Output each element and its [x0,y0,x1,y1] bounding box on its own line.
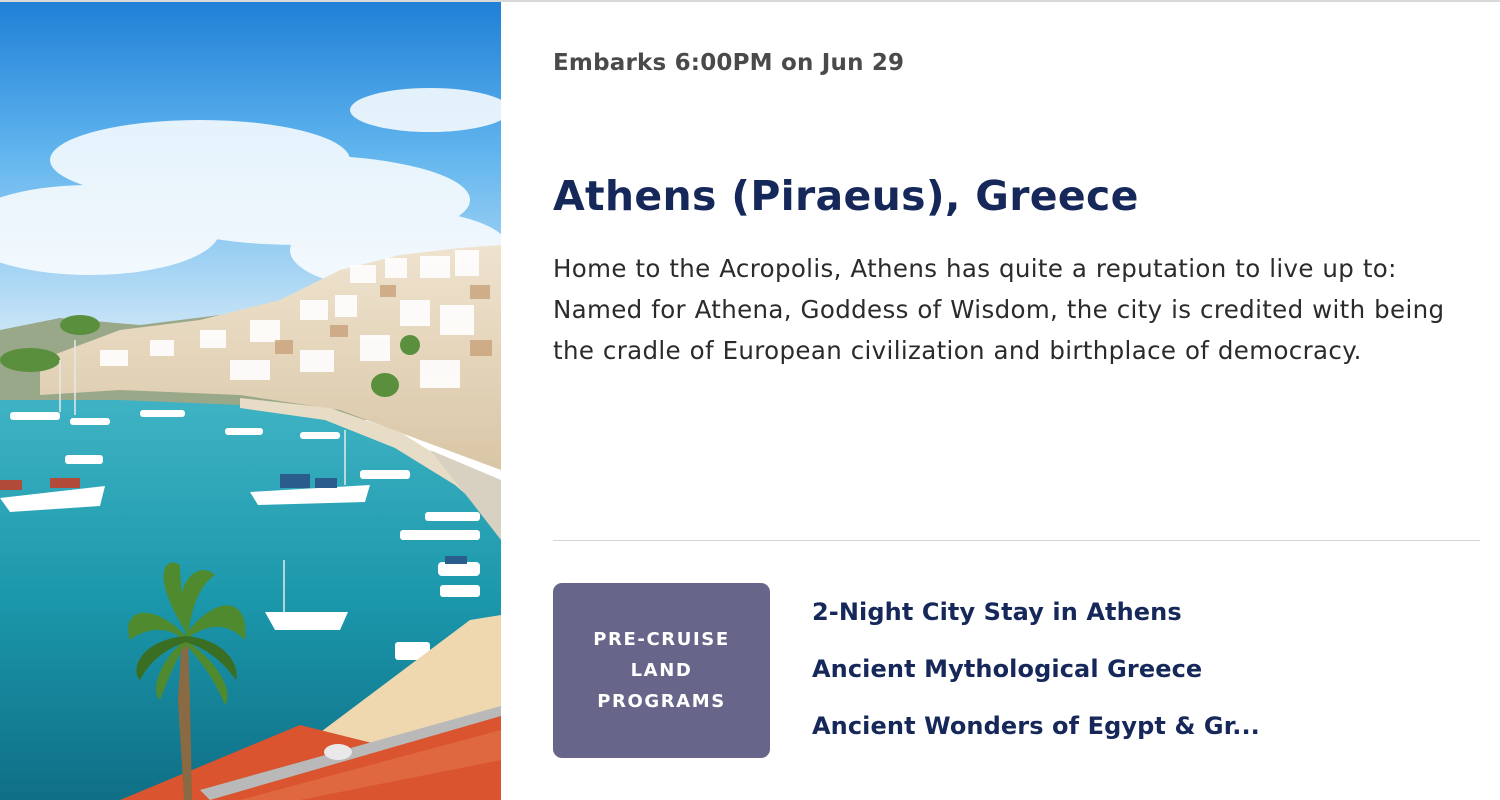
land-program-list: 2-Night City Stay in Athens Ancient Myth… [812,588,1260,759]
list-item: Ancient Wonders of Egypt & Gr... [812,702,1260,751]
embark-time: Embarks 6:00PM on Jun 29 [553,50,905,76]
badge-line: PRE-CRUISE [593,629,730,650]
section-divider [553,540,1480,541]
list-item: 2-Night City Stay in Athens [812,588,1260,637]
badge-line: PROGRAMS [597,691,726,712]
land-program-link[interactable]: 2-Night City Stay in Athens [812,588,1260,637]
land-program-link[interactable]: Ancient Wonders of Egypt & Gr... [812,702,1260,751]
port-hero-image [0,0,501,800]
badge-label: PRE-CRUISE LAND PROGRAMS [593,624,729,717]
port-details: Embarks 6:00PM on Jun 29 Athens (Piraeus… [553,0,1483,800]
badge-line: LAND [630,660,693,681]
land-program-link[interactable]: Ancient Mythological Greece [812,645,1260,694]
port-description: Home to the Acropolis, Athens has quite … [553,254,1445,365]
port-detail-page: Embarks 6:00PM on Jun 29 Athens (Piraeus… [0,0,1500,800]
port-title: Athens (Piraeus), Greece [553,172,1139,220]
list-item: Ancient Mythological Greece [812,645,1260,694]
pre-cruise-land-programs-badge: PRE-CRUISE LAND PROGRAMS [553,583,770,758]
